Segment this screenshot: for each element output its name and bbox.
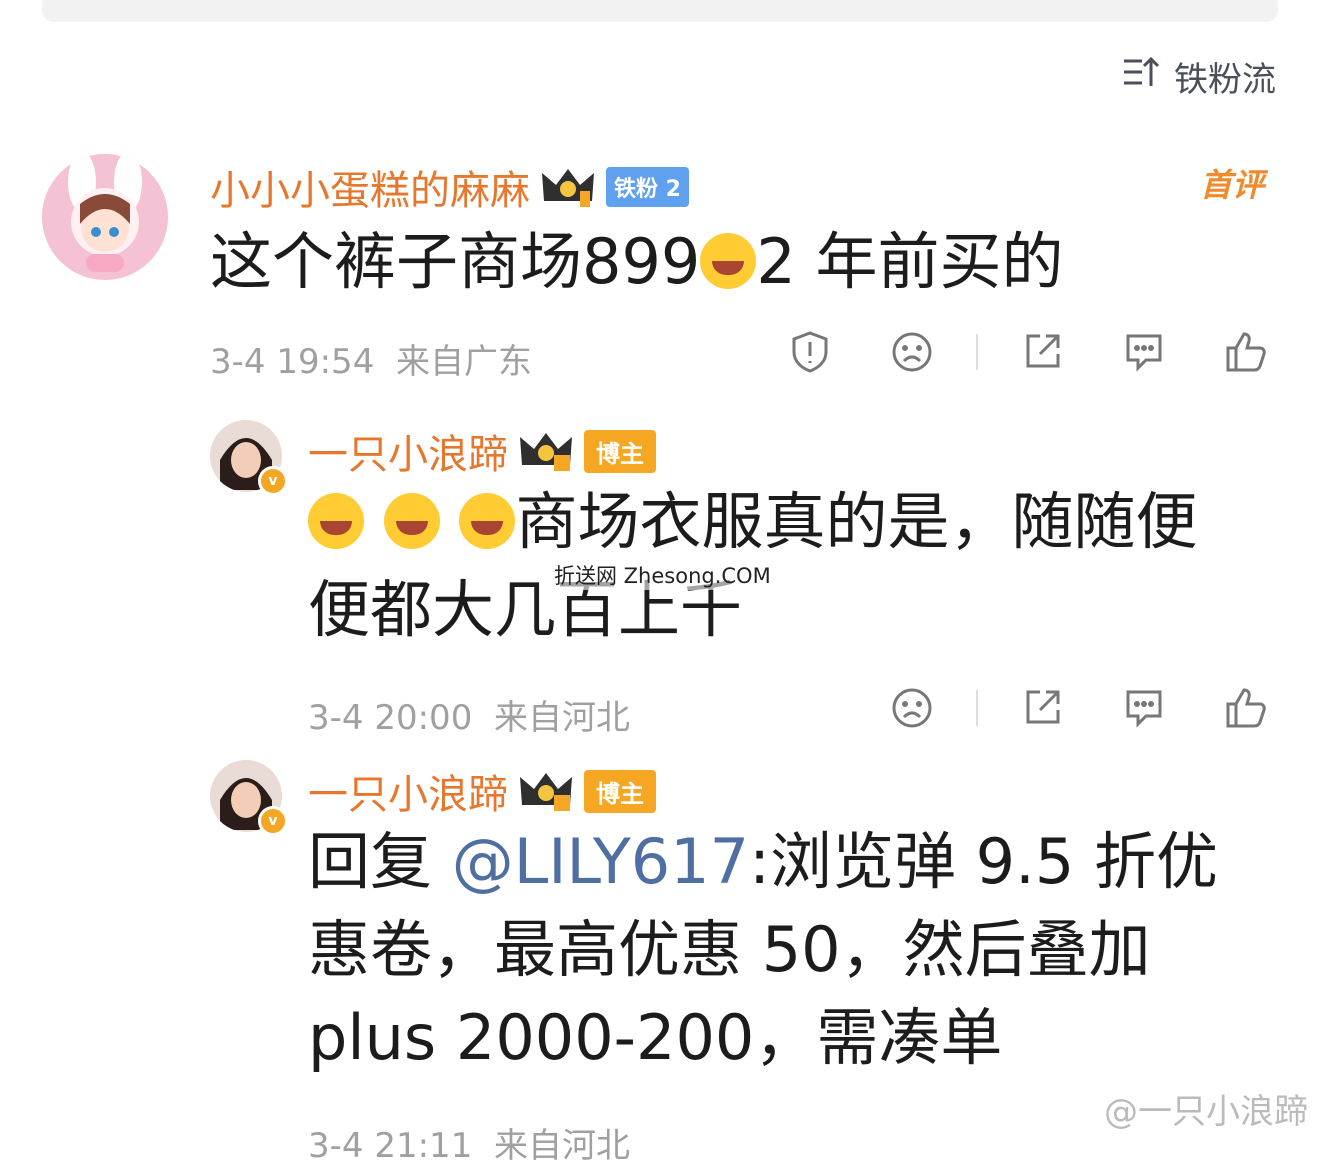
comment-username[interactable]: 一只小浪蹄 博主 bbox=[308, 762, 656, 820]
laughing-emoji-icon bbox=[308, 493, 364, 549]
dislike-icon[interactable] bbox=[888, 328, 936, 376]
divider bbox=[976, 690, 978, 726]
laughing-emoji-icon bbox=[383, 493, 440, 549]
comment-meta: 3-4 20:00 来自河北 bbox=[308, 698, 630, 738]
comment-meta: 3-4 21:11 来自河北 bbox=[308, 1126, 630, 1166]
dislike-icon[interactable] bbox=[888, 684, 936, 732]
comment-username[interactable]: 一只小浪蹄 博主 bbox=[308, 422, 656, 480]
comment-icon[interactable] bbox=[1120, 328, 1168, 376]
crying-emoji-icon bbox=[700, 233, 757, 289]
crown-icon bbox=[518, 429, 574, 473]
crown-icon bbox=[518, 769, 574, 813]
comment-text: 商场衣服真的是，随随便便都大几百上千 bbox=[308, 485, 1198, 646]
crown-icon bbox=[540, 165, 596, 209]
site-watermark: 折送网 Zhesong.COM bbox=[554, 560, 771, 590]
comment-actions bbox=[834, 684, 1270, 732]
first-comment-tag: 首评 bbox=[1200, 166, 1265, 204]
blogger-badge: 博主 bbox=[584, 769, 656, 813]
like-icon[interactable] bbox=[1222, 328, 1270, 376]
sort-icon bbox=[1120, 52, 1160, 101]
comment-text: 这个裤子商场899 2 年前买的 bbox=[210, 225, 1064, 298]
verified-icon: v bbox=[258, 466, 288, 496]
laughing-emoji-icon bbox=[459, 493, 516, 549]
comment-meta: 3-4 19:54 来自广东 bbox=[210, 342, 532, 382]
top-card-edge bbox=[42, 0, 1278, 22]
fan-badge: 铁粉 2 bbox=[606, 167, 689, 207]
share-icon[interactable] bbox=[1018, 684, 1066, 732]
mention-link[interactable]: @LILY617 bbox=[452, 825, 749, 898]
avatar[interactable] bbox=[42, 154, 168, 280]
verified-icon: v bbox=[258, 806, 288, 836]
blogger-badge: 博主 bbox=[584, 429, 656, 473]
comment-icon[interactable] bbox=[1120, 684, 1168, 732]
share-icon[interactable] bbox=[1018, 328, 1066, 376]
sort-label: 铁粉流 bbox=[1174, 60, 1276, 100]
weibo-watermark: @一只小浪蹄 bbox=[1104, 1092, 1308, 1132]
like-icon[interactable] bbox=[1222, 684, 1270, 732]
comment-text: 回复 @LILY617:浏览弹 9.5 折优惠卷，最高优惠 50，然后叠加 pl… bbox=[308, 825, 1218, 1074]
comment-username[interactable]: 小小小蛋糕的麻麻 铁粉 2 bbox=[210, 158, 689, 216]
report-icon[interactable] bbox=[786, 328, 834, 376]
sort-toggle[interactable]: 铁粉流 bbox=[1120, 52, 1276, 101]
divider bbox=[976, 334, 978, 370]
comment-actions bbox=[732, 328, 1270, 376]
